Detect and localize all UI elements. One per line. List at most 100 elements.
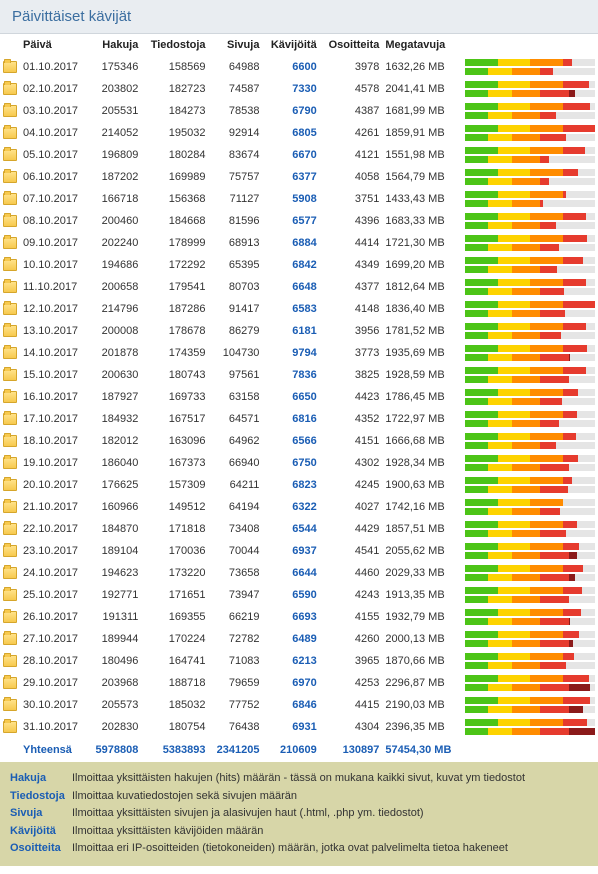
cell-date[interactable]: 28.10.2017 xyxy=(20,650,87,672)
cell-addresses: 4387 xyxy=(320,100,383,122)
cell-addresses: 4415 xyxy=(320,694,383,716)
cell-addresses: 4260 xyxy=(320,628,383,650)
cell-date[interactable]: 18.10.2017 xyxy=(20,430,87,452)
cell-date[interactable]: 22.10.2017 xyxy=(20,518,87,540)
cell-date[interactable]: 16.10.2017 xyxy=(20,386,87,408)
usage-bars xyxy=(462,496,598,518)
cell-files: 169355 xyxy=(141,606,208,628)
cell-visitors: 6590 xyxy=(262,584,319,606)
cell-visitors: 6650 xyxy=(262,386,319,408)
cell-addresses: 4396 xyxy=(320,210,383,232)
cell-visitors: 6489 xyxy=(262,628,319,650)
folder-icon xyxy=(3,611,17,623)
cell-hits: 214796 xyxy=(87,298,141,320)
cell-date[interactable]: 31.10.2017 xyxy=(20,716,87,738)
cell-visitors: 6790 xyxy=(262,100,319,122)
cell-visitors: 6648 xyxy=(262,276,319,298)
cell-pages: 73947 xyxy=(209,584,263,606)
usage-bars xyxy=(462,210,598,232)
cell-files: 170036 xyxy=(141,540,208,562)
cell-visitors: 6600 xyxy=(262,56,319,78)
table-row: 28.10.201718049616474171083621339651870,… xyxy=(0,650,598,672)
cell-date[interactable]: 03.10.2017 xyxy=(20,100,87,122)
cell-addresses: 4243 xyxy=(320,584,383,606)
cell-date[interactable]: 12.10.2017 xyxy=(20,298,87,320)
cell-date[interactable]: 21.10.2017 xyxy=(20,496,87,518)
cell-date[interactable]: 30.10.2017 xyxy=(20,694,87,716)
table-header-row: Päivä Hakuja Tiedostoja Sivuja Kävijöitä… xyxy=(0,34,598,56)
table-row: 29.10.201720396818871879659697042532296,… xyxy=(0,672,598,694)
usage-bars xyxy=(462,100,598,122)
cell-hits: 186040 xyxy=(87,452,141,474)
folder-icon xyxy=(3,303,17,315)
cell-date[interactable]: 05.10.2017 xyxy=(20,144,87,166)
legend-row: KävijöitäIlmoittaa yksittäisten kävijöid… xyxy=(10,823,588,841)
cell-hits: 187202 xyxy=(87,166,141,188)
cell-addresses: 3956 xyxy=(320,320,383,342)
cell-files: 182723 xyxy=(141,78,208,100)
cell-date[interactable]: 08.10.2017 xyxy=(20,210,87,232)
folder-icon xyxy=(3,655,17,667)
legend-key: Kävijöitä xyxy=(10,823,72,841)
usage-bars xyxy=(462,122,598,144)
cell-files: 167517 xyxy=(141,408,208,430)
cell-date[interactable]: 27.10.2017 xyxy=(20,628,87,650)
cell-mb: 1859,91 MB xyxy=(382,122,462,144)
table-row: 18.10.201718201216309664962656641511666,… xyxy=(0,430,598,452)
cell-mb: 1564,79 MB xyxy=(382,166,462,188)
cell-date[interactable]: 01.10.2017 xyxy=(20,56,87,78)
cell-mb: 1681,99 MB xyxy=(382,100,462,122)
cell-visitors: 6566 xyxy=(262,430,319,452)
cell-pages: 80703 xyxy=(209,276,263,298)
table-row: 25.10.201719277117165173947659042431913,… xyxy=(0,584,598,606)
usage-bars xyxy=(462,518,598,540)
usage-bars xyxy=(462,254,598,276)
table-row: 04.10.201721405219503292914680542611859,… xyxy=(0,122,598,144)
cell-hits: 191311 xyxy=(87,606,141,628)
cell-mb: 1900,63 MB xyxy=(382,474,462,496)
usage-bars xyxy=(462,144,598,166)
cell-date[interactable]: 29.10.2017 xyxy=(20,672,87,694)
cell-date[interactable]: 13.10.2017 xyxy=(20,320,87,342)
cell-files: 174359 xyxy=(141,342,208,364)
table-row: 01.10.201717534615856964988660039781632,… xyxy=(0,56,598,78)
cell-date[interactable]: 10.10.2017 xyxy=(20,254,87,276)
cell-addresses: 4261 xyxy=(320,122,383,144)
cell-hits: 194623 xyxy=(87,562,141,584)
cell-date[interactable]: 02.10.2017 xyxy=(20,78,87,100)
cell-date[interactable]: 25.10.2017 xyxy=(20,584,87,606)
cell-pages: 72782 xyxy=(209,628,263,650)
cell-mb: 1666,68 MB xyxy=(382,430,462,452)
cell-pages: 83674 xyxy=(209,144,263,166)
cell-hits: 200008 xyxy=(87,320,141,342)
cell-date[interactable]: 07.10.2017 xyxy=(20,188,87,210)
cell-hits: 205573 xyxy=(87,694,141,716)
cell-date[interactable]: 09.10.2017 xyxy=(20,232,87,254)
cell-files: 169989 xyxy=(141,166,208,188)
cell-pages: 71083 xyxy=(209,650,263,672)
cell-mb: 1632,26 MB xyxy=(382,56,462,78)
cell-files: 171651 xyxy=(141,584,208,606)
cell-date[interactable]: 14.10.2017 xyxy=(20,342,87,364)
cell-hits: 184870 xyxy=(87,518,141,540)
cell-date[interactable]: 17.10.2017 xyxy=(20,408,87,430)
cell-date[interactable]: 20.10.2017 xyxy=(20,474,87,496)
cell-mb: 1932,79 MB xyxy=(382,606,462,628)
cell-date[interactable]: 06.10.2017 xyxy=(20,166,87,188)
cell-date[interactable]: 23.10.2017 xyxy=(20,540,87,562)
folder-icon xyxy=(3,105,17,117)
folder-icon xyxy=(3,567,17,579)
cell-visitors: 6577 xyxy=(262,210,319,232)
col-mb: Megatavuja xyxy=(382,34,462,56)
cell-date[interactable]: 24.10.2017 xyxy=(20,562,87,584)
cell-date[interactable]: 26.10.2017 xyxy=(20,606,87,628)
table-row: 13.10.201720000817867886279618139561781,… xyxy=(0,320,598,342)
cell-addresses: 4541 xyxy=(320,540,383,562)
cell-date[interactable]: 11.10.2017 xyxy=(20,276,87,298)
cell-date[interactable]: 15.10.2017 xyxy=(20,364,87,386)
table-row: 02.10.201720380218272374587733045782041,… xyxy=(0,78,598,100)
cell-date[interactable]: 04.10.2017 xyxy=(20,122,87,144)
cell-date[interactable]: 19.10.2017 xyxy=(20,452,87,474)
cell-pages: 68913 xyxy=(209,232,263,254)
usage-bars xyxy=(462,562,598,584)
